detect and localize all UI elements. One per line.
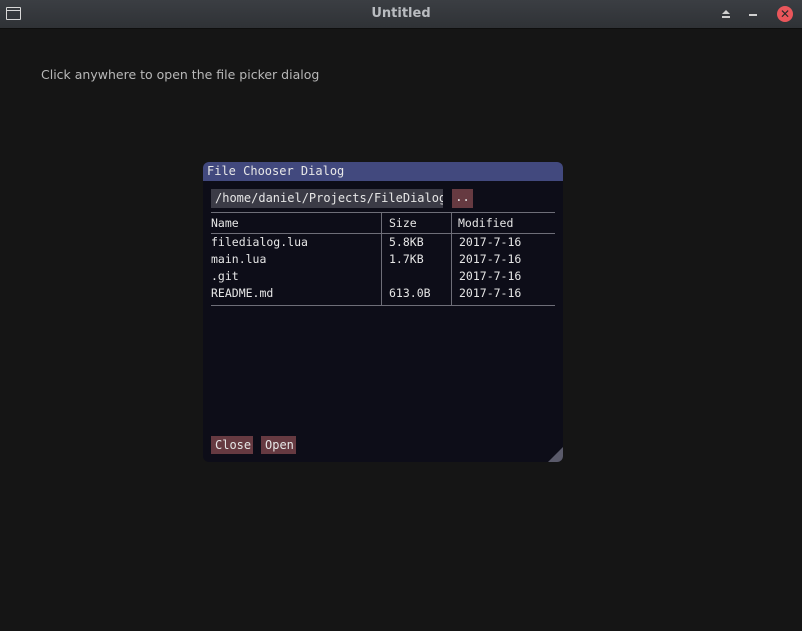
path-field[interactable]: /home/daniel/Projects/FileDialog <box>211 189 443 208</box>
open-button[interactable]: Open <box>261 436 296 454</box>
file-name: filedialog.lua <box>211 235 308 249</box>
parent-directory-button[interactable]: .. <box>452 189 473 208</box>
file-modified: 2017-7-16 <box>459 235 522 249</box>
file-row[interactable]: .git 2017-7-16 <box>203 269 563 286</box>
file-chooser-dialog[interactable]: File Chooser Dialog /home/daniel/Project… <box>203 162 563 462</box>
window-titlebar[interactable]: Untitled ✕ <box>0 0 802 29</box>
file-modified: 2017-7-16 <box>459 252 522 266</box>
column-header-name[interactable]: Name <box>211 216 239 230</box>
resize-grip-icon[interactable] <box>548 447 563 462</box>
column-header-size[interactable]: Size <box>389 216 417 230</box>
minimize-icon[interactable] <box>744 5 762 23</box>
file-modified: 2017-7-16 <box>459 286 522 300</box>
file-size: 613.0B <box>389 286 431 300</box>
file-modified: 2017-7-16 <box>459 269 522 283</box>
file-row[interactable]: main.lua 1.7KB 2017-7-16 <box>203 252 563 269</box>
file-row[interactable]: README.md 613.0B 2017-7-16 <box>203 286 563 303</box>
file-size: 1.7KB <box>389 252 424 266</box>
instruction-text: Click anywhere to open the file picker d… <box>41 67 320 82</box>
column-header-modified[interactable]: Modified <box>458 216 513 230</box>
close-window-icon[interactable]: ✕ <box>777 6 793 22</box>
file-name: .git <box>211 269 239 283</box>
file-size: 5.8KB <box>389 235 424 249</box>
dialog-title[interactable]: File Chooser Dialog <box>203 162 563 181</box>
file-row[interactable]: filedialog.lua 5.8KB 2017-7-16 <box>203 235 563 252</box>
table-header-divider <box>211 233 555 234</box>
table-top-divider <box>211 212 555 213</box>
file-name: README.md <box>211 286 274 300</box>
table-bottom-divider <box>211 305 555 306</box>
shade-icon[interactable] <box>717 5 735 23</box>
window-title: Untitled <box>371 6 431 21</box>
close-button[interactable]: Close <box>211 436 253 454</box>
file-name: main.lua <box>211 252 267 266</box>
